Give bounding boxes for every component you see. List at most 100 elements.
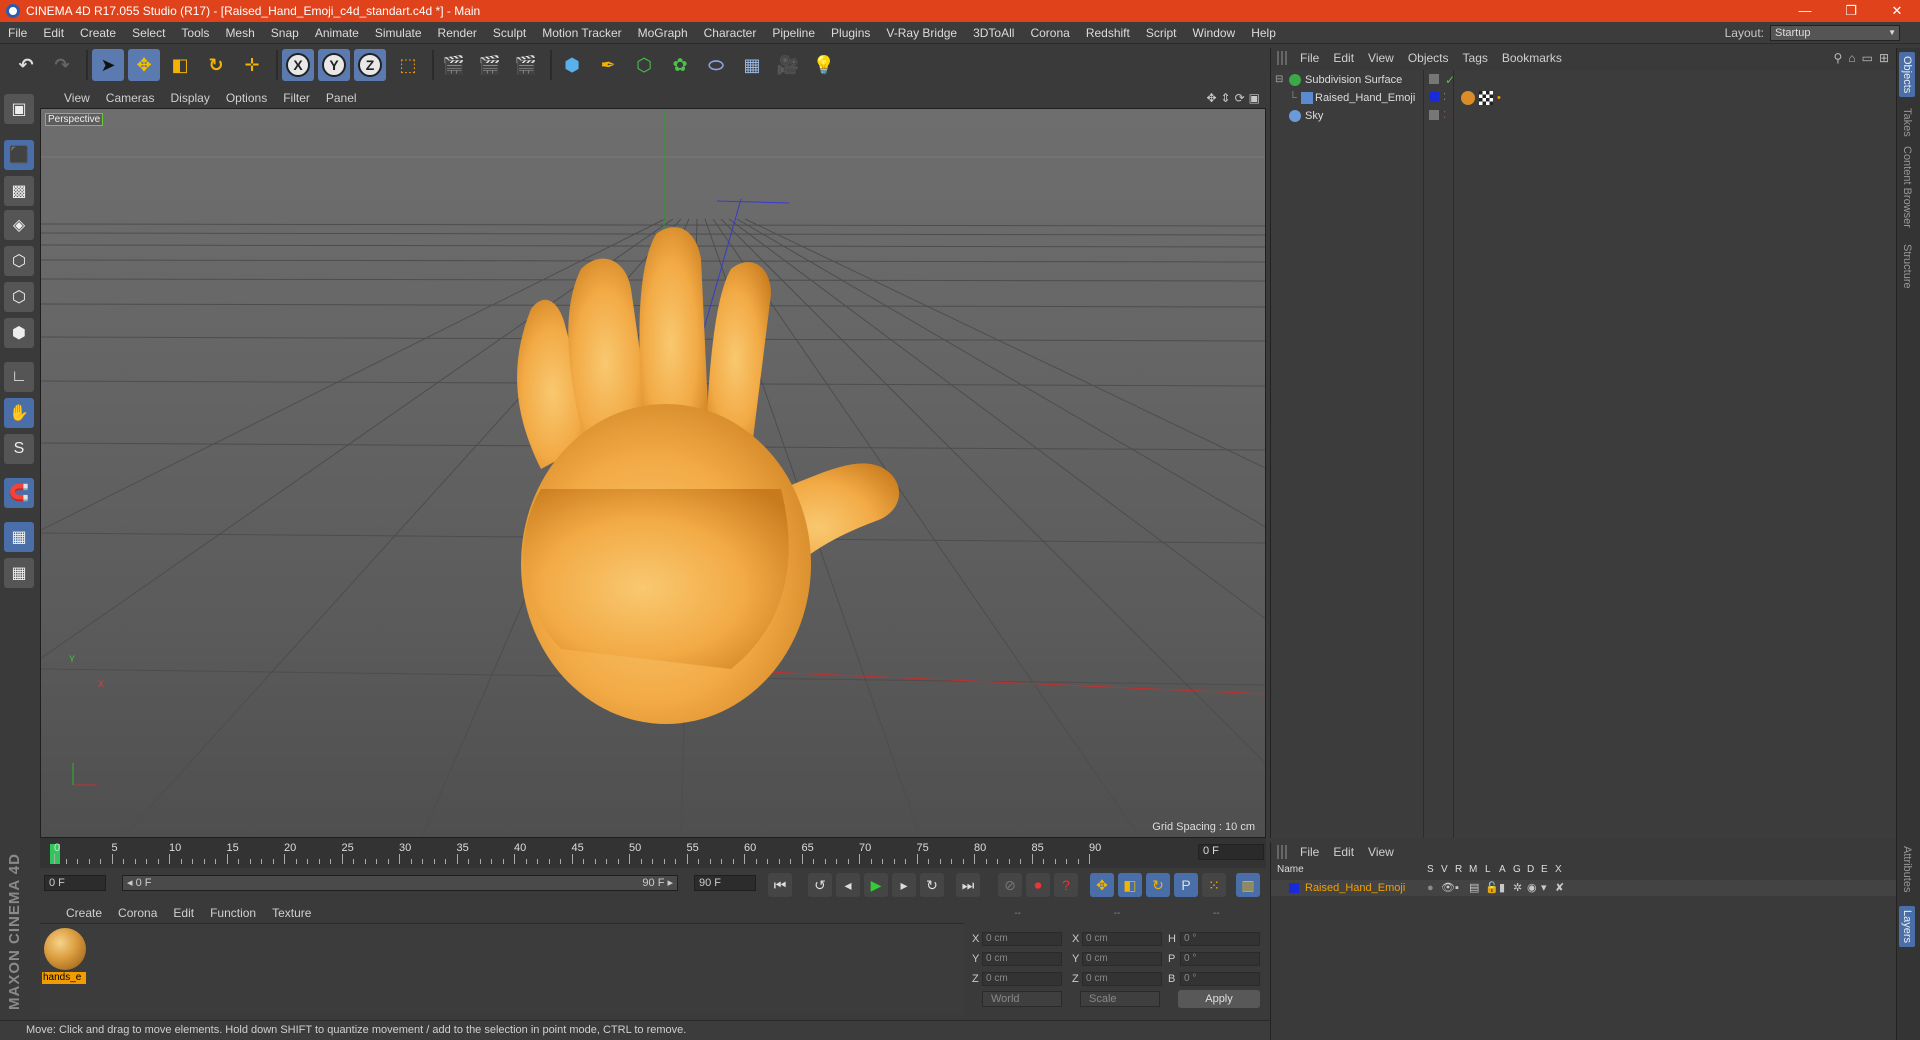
current-frame-field[interactable]: 0 F [1198, 844, 1264, 860]
redo-icon[interactable]: ↷ [46, 49, 78, 81]
layers-menu-view[interactable]: View [1361, 845, 1401, 859]
z-axis-lock-icon[interactable]: Z [354, 49, 386, 81]
edges-mode-icon[interactable]: ⬡ [4, 282, 34, 312]
layers-menu-edit[interactable]: Edit [1326, 845, 1361, 859]
next-key-icon[interactable]: ↻ [920, 873, 944, 897]
layer-color-icon[interactable] [1429, 74, 1439, 84]
timeline-window-icon[interactable]: ▥ [1236, 873, 1260, 897]
render-picture-viewer-icon[interactable]: 🎬 [474, 49, 506, 81]
enabled-check-icon[interactable]: ✓ [1445, 70, 1455, 90]
tab-attributes[interactable]: Attributes [1901, 846, 1913, 892]
panel-expand-icon[interactable]: ⊞ [1879, 51, 1889, 65]
scale-tool-icon[interactable]: ◧ [164, 49, 196, 81]
end-frame-field[interactable]: 90 F [694, 875, 756, 891]
lock-toggle-icon[interactable]: 🔓 [1485, 880, 1499, 896]
next-frame-icon[interactable]: ▸ [892, 873, 916, 897]
move-tool-icon[interactable]: ✥ [128, 49, 160, 81]
menu-simulate[interactable]: Simulate [367, 26, 430, 40]
menu-mesh[interactable]: Mesh [217, 26, 262, 40]
objects-menu-file[interactable]: File [1293, 51, 1326, 65]
panel-grip-icon[interactable] [1277, 845, 1289, 859]
objects-menu-view[interactable]: View [1361, 51, 1401, 65]
size-mode-select[interactable]: Scale [1080, 991, 1160, 1007]
material-menu-texture[interactable]: Texture [264, 906, 319, 920]
visibility-dots-icon[interactable]: ⁚ [1443, 88, 1446, 108]
position-z-field[interactable]: 0 cm [982, 972, 1062, 986]
pan-view-icon[interactable]: ✥ [1206, 91, 1216, 105]
viewport-menu-filter[interactable]: Filter [275, 91, 318, 105]
render-settings-icon[interactable]: 🎬 [510, 49, 542, 81]
collapse-icon[interactable]: ⊟ [1275, 70, 1283, 90]
viewport-menu-panel[interactable]: Panel [318, 91, 365, 105]
viewport-menu-cameras[interactable]: Cameras [98, 91, 163, 105]
layout-select[interactable]: Startup [1770, 24, 1900, 41]
menu-create[interactable]: Create [72, 26, 124, 40]
position-y-field[interactable]: 0 cm [982, 952, 1062, 966]
menu-character[interactable]: Character [696, 26, 765, 40]
toggle-layout-icon[interactable]: ▣ [1249, 91, 1260, 105]
play-icon[interactable]: ▶ [864, 873, 888, 897]
key-scale-icon[interactable]: ◧ [1118, 873, 1142, 897]
minimize-button[interactable]: — [1782, 3, 1828, 19]
object-name[interactable]: Sky [1305, 106, 1323, 126]
live-move-icon[interactable]: ✛ [236, 49, 268, 81]
planar-workplane-icon[interactable]: ▦ [4, 558, 34, 588]
apply-button[interactable]: Apply [1178, 990, 1260, 1008]
undo-icon[interactable]: ↶ [10, 49, 42, 81]
material-swatch[interactable] [44, 928, 86, 970]
layer-color-icon[interactable] [1429, 92, 1439, 102]
menu-help[interactable]: Help [1243, 26, 1284, 40]
search-icon[interactable]: ⚲ [1834, 51, 1843, 65]
timeline-ruler[interactable]: 0 5 10 15 20 25 30 35 40 45 50 55 60 65 70 75 80 85 90 0 F [40, 838, 1266, 868]
deformer-icon[interactable]: ⬭ [700, 49, 732, 81]
menu-script[interactable]: Script [1138, 26, 1185, 40]
size-y-field[interactable]: 0 cm [1082, 952, 1162, 966]
layer-name[interactable]: Raised_Hand_Emoji [1305, 880, 1405, 896]
rotation-p-field[interactable]: 0 ° [1180, 952, 1260, 966]
size-z-field[interactable]: 0 cm [1082, 972, 1162, 986]
material-menu-create[interactable]: Create [40, 906, 110, 920]
x-axis-lock-icon[interactable]: X [282, 49, 314, 81]
render-toggle-icon[interactable]: ▪ [1455, 880, 1459, 896]
rotation-h-field[interactable]: 0 ° [1180, 932, 1260, 946]
floor-icon[interactable]: ▦ [736, 49, 768, 81]
tab-structure[interactable]: Structure [1901, 244, 1913, 289]
tab-objects[interactable]: Objects [1899, 52, 1915, 98]
raised-hand-model[interactable] [517, 227, 900, 724]
material-menu-corona[interactable]: Corona [110, 906, 165, 920]
material-menu-edit[interactable]: Edit [165, 906, 202, 920]
model-mode-icon[interactable]: ⬛ [4, 140, 34, 170]
viewport-menu-view[interactable]: View [38, 91, 98, 105]
polygons-mode-icon[interactable]: ⬢ [4, 318, 34, 348]
camera-icon[interactable]: 🎥 [772, 49, 804, 81]
close-button[interactable]: ✕ [1874, 3, 1920, 19]
workplane-mode-icon[interactable]: ◈ [4, 210, 34, 240]
menu-sculpt[interactable]: Sculpt [485, 26, 534, 40]
material-menu-function[interactable]: Function [202, 906, 264, 920]
menu-file[interactable]: File [0, 26, 35, 40]
animation-toggle-icon[interactable]: ▮ [1499, 880, 1505, 896]
tag-icon[interactable]: • [1497, 88, 1501, 108]
layer-color-icon[interactable] [1289, 883, 1299, 893]
menu-pipeline[interactable]: Pipeline [764, 26, 823, 40]
texture-tag-icon[interactable] [1479, 91, 1493, 105]
objects-menu-tags[interactable]: Tags [1456, 51, 1495, 65]
texture-mode-icon[interactable]: ▩ [4, 176, 34, 206]
visibility-dots-icon[interactable]: ⁚ [1443, 106, 1446, 126]
rotate-tool-icon[interactable]: ↻ [200, 49, 232, 81]
key-pla-icon[interactable]: ⁙ [1202, 873, 1226, 897]
frame-ruler[interactable]: 0 5 10 15 20 25 30 35 40 45 50 55 60 65 70 75 80 85 90 [50, 842, 1200, 866]
record-keys-icon[interactable]: ⏺ [1026, 873, 1050, 897]
autokey-icon[interactable]: ? [1054, 873, 1078, 897]
snap-icon[interactable]: S [4, 434, 34, 464]
points-mode-icon[interactable]: ⬡ [4, 246, 34, 276]
key-parameter-icon[interactable]: P [1174, 873, 1198, 897]
restore-button[interactable]: ❐ [1828, 3, 1874, 19]
menu-render[interactable]: Render [430, 26, 485, 40]
rotate-view-icon[interactable]: ⟳ [1235, 91, 1245, 105]
preview-range-slider[interactable]: ◂ 0 F 90 F ▸ [122, 875, 678, 891]
view-toggle-icon[interactable]: 👁 [1441, 880, 1455, 896]
coordinate-system-select[interactable]: World [982, 991, 1062, 1007]
rotation-b-field[interactable]: 0 ° [1180, 972, 1260, 986]
tab-content-browser[interactable]: Content Browser [1901, 146, 1913, 228]
